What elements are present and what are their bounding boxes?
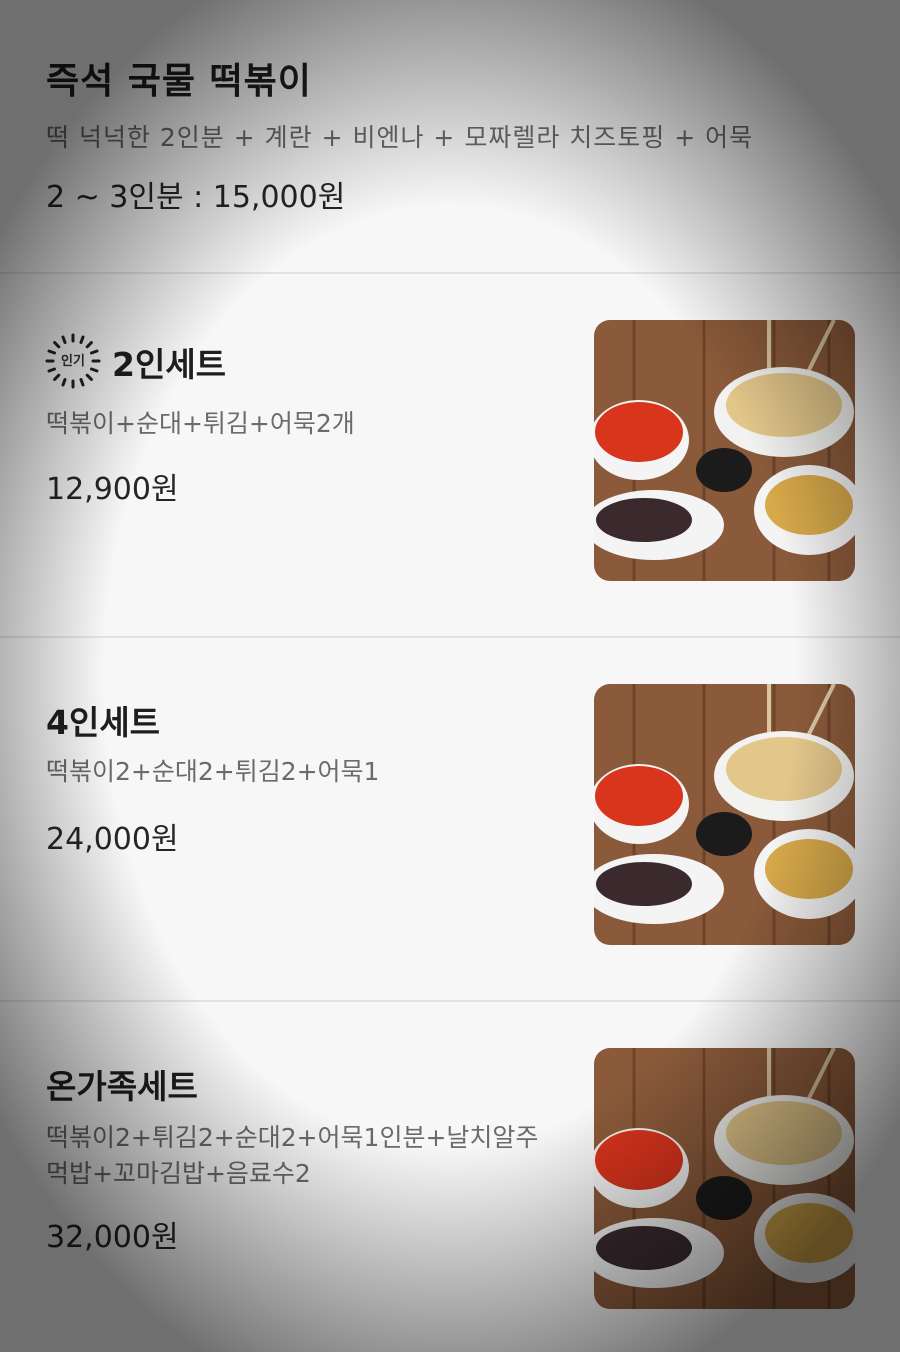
- menu-item-price: 32,000원: [46, 1220, 179, 1255]
- popular-badge-icon: 인기: [44, 332, 102, 390]
- menu-item-description: 떡 넉넉한 2인분 + 계란 + 비엔나 + 모짜렐라 치즈토핑 + 어묵: [46, 123, 754, 152]
- menu-item-price: 2 ~ 3인분 : 15,000원: [46, 180, 346, 215]
- menu-item-2-person-set[interactable]: 인기 2인세트 떡볶이+순대+튀김+어묵2개 12,900원: [0, 274, 900, 636]
- food-set-photo: [594, 320, 855, 581]
- menu-item-title: 즉석 국물 떡볶이: [46, 61, 312, 102]
- food-set-photo: [594, 684, 855, 945]
- menu-item-description-line-1: 떡볶이2+튀김2+순대2+어묵1인분+날치알주: [46, 1123, 539, 1152]
- menu-item-title: 4인세트: [46, 703, 161, 742]
- menu-item-price: 12,900원: [46, 472, 179, 507]
- menu-item-description-line-2: 먹밥+꼬마김밥+음료수2: [46, 1159, 311, 1188]
- menu-item-description: 떡볶이+순대+튀김+어묵2개: [46, 409, 355, 438]
- menu-item-title: 온가족세트: [46, 1067, 198, 1106]
- popular-badge-label: 인기: [61, 354, 85, 369]
- menu-item-price: 24,000원: [46, 822, 179, 857]
- menu-item-description: 떡볶이2+순대2+튀김2+어묵1: [46, 757, 380, 786]
- food-set-photo: [594, 1048, 855, 1309]
- menu-item-title: 2인세트: [112, 345, 227, 384]
- menu-item-family-set[interactable]: 온가족세트 떡볶이2+튀김2+순대2+어묵1인분+날치알주 먹밥+꼬마김밥+음료…: [0, 1002, 900, 1352]
- menu-item-soup-tteokbokki[interactable]: 즉석 국물 떡볶이 떡 넉넉한 2인분 + 계란 + 비엔나 + 모짜렐라 치즈…: [0, 0, 900, 272]
- menu-item-4-person-set[interactable]: 4인세트 떡볶이2+순대2+튀김2+어묵1 24,000원: [0, 638, 900, 1000]
